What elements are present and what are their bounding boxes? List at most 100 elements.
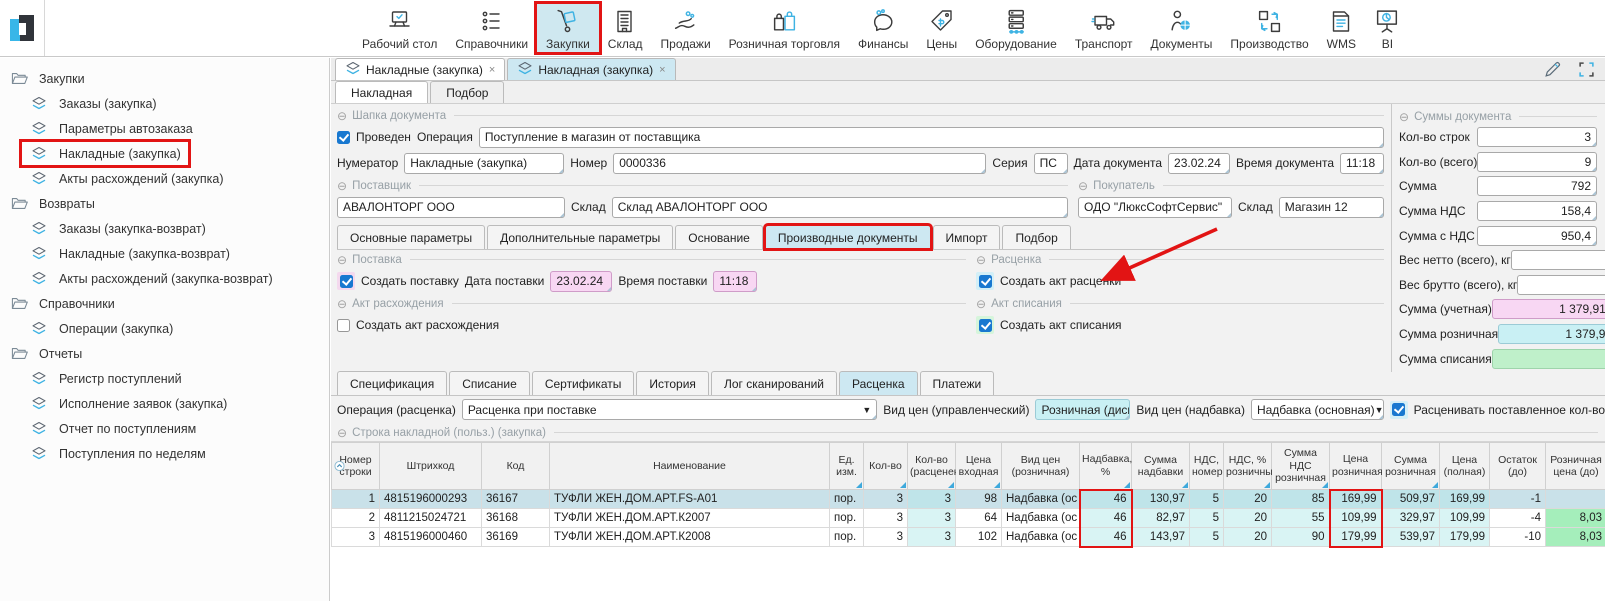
table-row-2[interactable]: 3481519600046036169ТУФЛИ ЖЕН.ДОМ.АРТ.К20… bbox=[332, 528, 1605, 547]
cell-price-full[interactable]: 109,99 bbox=[1440, 509, 1490, 528]
param-tab-4[interactable]: Импорт bbox=[933, 225, 1001, 249]
table-row-1[interactable]: 2481121502472136168ТУФЛИ ЖЕН.ДОМ.АРТ.К20… bbox=[332, 509, 1605, 528]
cell-sum-retail[interactable]: 329,97 bbox=[1382, 509, 1440, 528]
col-header-qty[interactable]: Кол-во bbox=[864, 443, 908, 490]
toolbar-item-bi[interactable]: BI bbox=[1365, 4, 1410, 52]
collapse-icon[interactable]: ⊖ bbox=[337, 427, 347, 439]
bottom-tab-0[interactable]: Спецификация bbox=[337, 371, 447, 395]
cell-markup-pct[interactable]: 46 bbox=[1080, 490, 1132, 509]
cell-markup-sum[interactable]: 130,97 bbox=[1132, 490, 1190, 509]
sum-value[interactable]: 9 bbox=[1511, 250, 1605, 270]
cell-vat-pct[interactable]: 20 bbox=[1224, 509, 1272, 528]
col-header-name[interactable]: Наименование bbox=[550, 443, 830, 490]
toolbar-item-desktop[interactable]: Рабочий стол bbox=[353, 4, 446, 52]
cell-price-kind[interactable]: Надбавка (ос bbox=[1002, 490, 1080, 509]
toolbar-item-production[interactable]: Производство bbox=[1221, 4, 1317, 52]
doc-time-input[interactable]: 11:18 bbox=[1340, 153, 1384, 174]
sort-icon[interactable] bbox=[334, 461, 345, 472]
cell-row-number[interactable]: 1 bbox=[332, 490, 380, 509]
cell-price-kind[interactable]: Надбавка (ос bbox=[1002, 528, 1080, 547]
col-header-vat-num[interactable]: НДС, номер bbox=[1190, 443, 1224, 490]
operation-input[interactable]: Поступление в магазин от поставщика bbox=[479, 127, 1384, 148]
sum-value[interactable]: 158,4 bbox=[1477, 201, 1597, 221]
col-header-price-full[interactable]: Цена (полная) bbox=[1440, 443, 1490, 490]
toolbar-item-documents[interactable]: Документы bbox=[1142, 4, 1222, 52]
cell-qty[interactable]: 3 bbox=[864, 509, 908, 528]
edit-pencil-icon[interactable] bbox=[1543, 60, 1562, 82]
cell-vat-num[interactable]: 5 bbox=[1190, 509, 1224, 528]
bottom-tab-1[interactable]: Списание bbox=[449, 371, 530, 395]
cell-rest-before[interactable]: -10 bbox=[1490, 528, 1546, 547]
cell-rest-before[interactable]: -4 bbox=[1490, 509, 1546, 528]
supplier-warehouse-input[interactable]: Склад АВАЛОНТОРГ ООО bbox=[612, 197, 1068, 218]
sidebar-folder-11[interactable]: Отчеты bbox=[0, 341, 329, 366]
sidebar-folder-0[interactable]: Закупки bbox=[0, 66, 329, 91]
numerator-input[interactable]: Накладные (закупка) bbox=[404, 153, 564, 174]
cell-qty-priced[interactable]: 3 bbox=[908, 490, 956, 509]
series-input[interactable]: ПС bbox=[1034, 153, 1068, 174]
param-tab-3[interactable]: Производные документы bbox=[765, 225, 931, 249]
bottom-tab-5[interactable]: Расценка bbox=[839, 371, 918, 395]
delivery-date-input[interactable]: 23.02.24 bbox=[550, 271, 612, 292]
col-header-row-number[interactable]: Номер строки bbox=[332, 443, 380, 490]
cell-row-number[interactable]: 2 bbox=[332, 509, 380, 528]
col-header-vat-sum[interactable]: Сумма НДС розничная bbox=[1272, 443, 1330, 490]
cell-row-number[interactable]: 3 bbox=[332, 528, 380, 547]
cell-code[interactable]: 36168 bbox=[482, 509, 550, 528]
sidebar-item-13[interactable]: Исполнение заявок (закупка) bbox=[0, 391, 329, 416]
sum-value[interactable]: 9 bbox=[1477, 152, 1597, 172]
col-header-sum-retail[interactable]: Сумма розничная bbox=[1382, 443, 1440, 490]
reprice-supplied-qty-checkbox[interactable] bbox=[1392, 403, 1405, 416]
collapse-icon[interactable]: ⊖ bbox=[337, 180, 347, 192]
cell-rest-before[interactable]: -1 bbox=[1490, 490, 1546, 509]
buyer-name-input[interactable]: ОДО "ЛюксСофтСервис" bbox=[1078, 197, 1232, 218]
buyer-warehouse-input[interactable]: Магазин 12 bbox=[1279, 197, 1384, 218]
cell-markup-pct[interactable]: 46 bbox=[1080, 528, 1132, 547]
collapse-icon[interactable]: ⊖ bbox=[337, 254, 347, 266]
col-header-qty-priced[interactable]: Кол-во (расценено) bbox=[908, 443, 956, 490]
sum-value[interactable] bbox=[1492, 349, 1605, 369]
collapse-icon[interactable]: ⊖ bbox=[337, 110, 347, 122]
sidebar-item-14[interactable]: Отчет по поступлениям bbox=[0, 416, 329, 441]
cell-unit[interactable]: пор. bbox=[830, 509, 864, 528]
param-tab-2[interactable]: Основание bbox=[675, 225, 763, 249]
sidebar-item-15[interactable]: Поступления по неделям bbox=[0, 441, 329, 466]
col-header-markup-sum[interactable]: Сумма надбавки bbox=[1132, 443, 1190, 490]
toolbar-item-warehouse[interactable]: Склад bbox=[599, 4, 652, 52]
cell-sum-retail[interactable]: 539,97 bbox=[1382, 528, 1440, 547]
sum-value[interactable]: 792 bbox=[1477, 176, 1597, 196]
collapse-icon[interactable]: ⊖ bbox=[976, 298, 986, 310]
col-header-barcode[interactable]: Штрихкод bbox=[380, 443, 482, 490]
create-delivery-checkbox[interactable] bbox=[340, 275, 353, 288]
collapse-icon[interactable]: ⊖ bbox=[337, 298, 347, 310]
sidebar-item-8[interactable]: Акты расхождений (закупка-возврат) bbox=[0, 266, 329, 291]
cell-vat-sum[interactable]: 55 bbox=[1272, 509, 1330, 528]
cell-price-in[interactable]: 102 bbox=[956, 528, 1002, 547]
cell-price-kind[interactable]: Надбавка (ос bbox=[1002, 509, 1080, 528]
cell-vat-pct[interactable]: 20 bbox=[1224, 528, 1272, 547]
markup-price-select[interactable]: Надбавка (основная) ▼ bbox=[1251, 399, 1384, 420]
toolbar-item-prices[interactable]: Цены bbox=[917, 4, 966, 52]
create-repricing-checkbox[interactable] bbox=[979, 275, 992, 288]
cell-vat-sum[interactable]: 90 bbox=[1272, 528, 1330, 547]
close-tab-icon[interactable]: × bbox=[489, 64, 495, 76]
cell-vat-num[interactable]: 5 bbox=[1190, 528, 1224, 547]
cell-price-retail[interactable]: 169,99 bbox=[1330, 490, 1382, 509]
collapse-icon[interactable]: ⊖ bbox=[976, 254, 986, 266]
number-input[interactable]: 0000336 bbox=[613, 153, 986, 174]
cell-barcode[interactable]: 4815196000293 bbox=[380, 490, 482, 509]
col-header-code[interactable]: Код bbox=[482, 443, 550, 490]
close-tab-icon[interactable]: × bbox=[659, 64, 665, 76]
col-header-price-in[interactable]: Цена входная bbox=[956, 443, 1002, 490]
sidebar-item-1[interactable]: Заказы (закупка) bbox=[0, 91, 329, 116]
toolbar-item-handbooks[interactable]: Справочники bbox=[446, 4, 537, 52]
col-header-markup-pct[interactable]: Надбавка, % bbox=[1080, 443, 1132, 490]
sidebar-item-12[interactable]: Регистр поступлений bbox=[0, 366, 329, 391]
cell-qty-priced[interactable]: 3 bbox=[908, 528, 956, 547]
cell-barcode[interactable]: 4815196000460 bbox=[380, 528, 482, 547]
cell-markup-sum[interactable]: 82,97 bbox=[1132, 509, 1190, 528]
sum-value[interactable]: 3 bbox=[1477, 127, 1597, 147]
cell-code[interactable]: 36169 bbox=[482, 528, 550, 547]
posted-checkbox[interactable] bbox=[337, 131, 350, 144]
bottom-tab-4[interactable]: Лог сканирований bbox=[711, 371, 837, 395]
